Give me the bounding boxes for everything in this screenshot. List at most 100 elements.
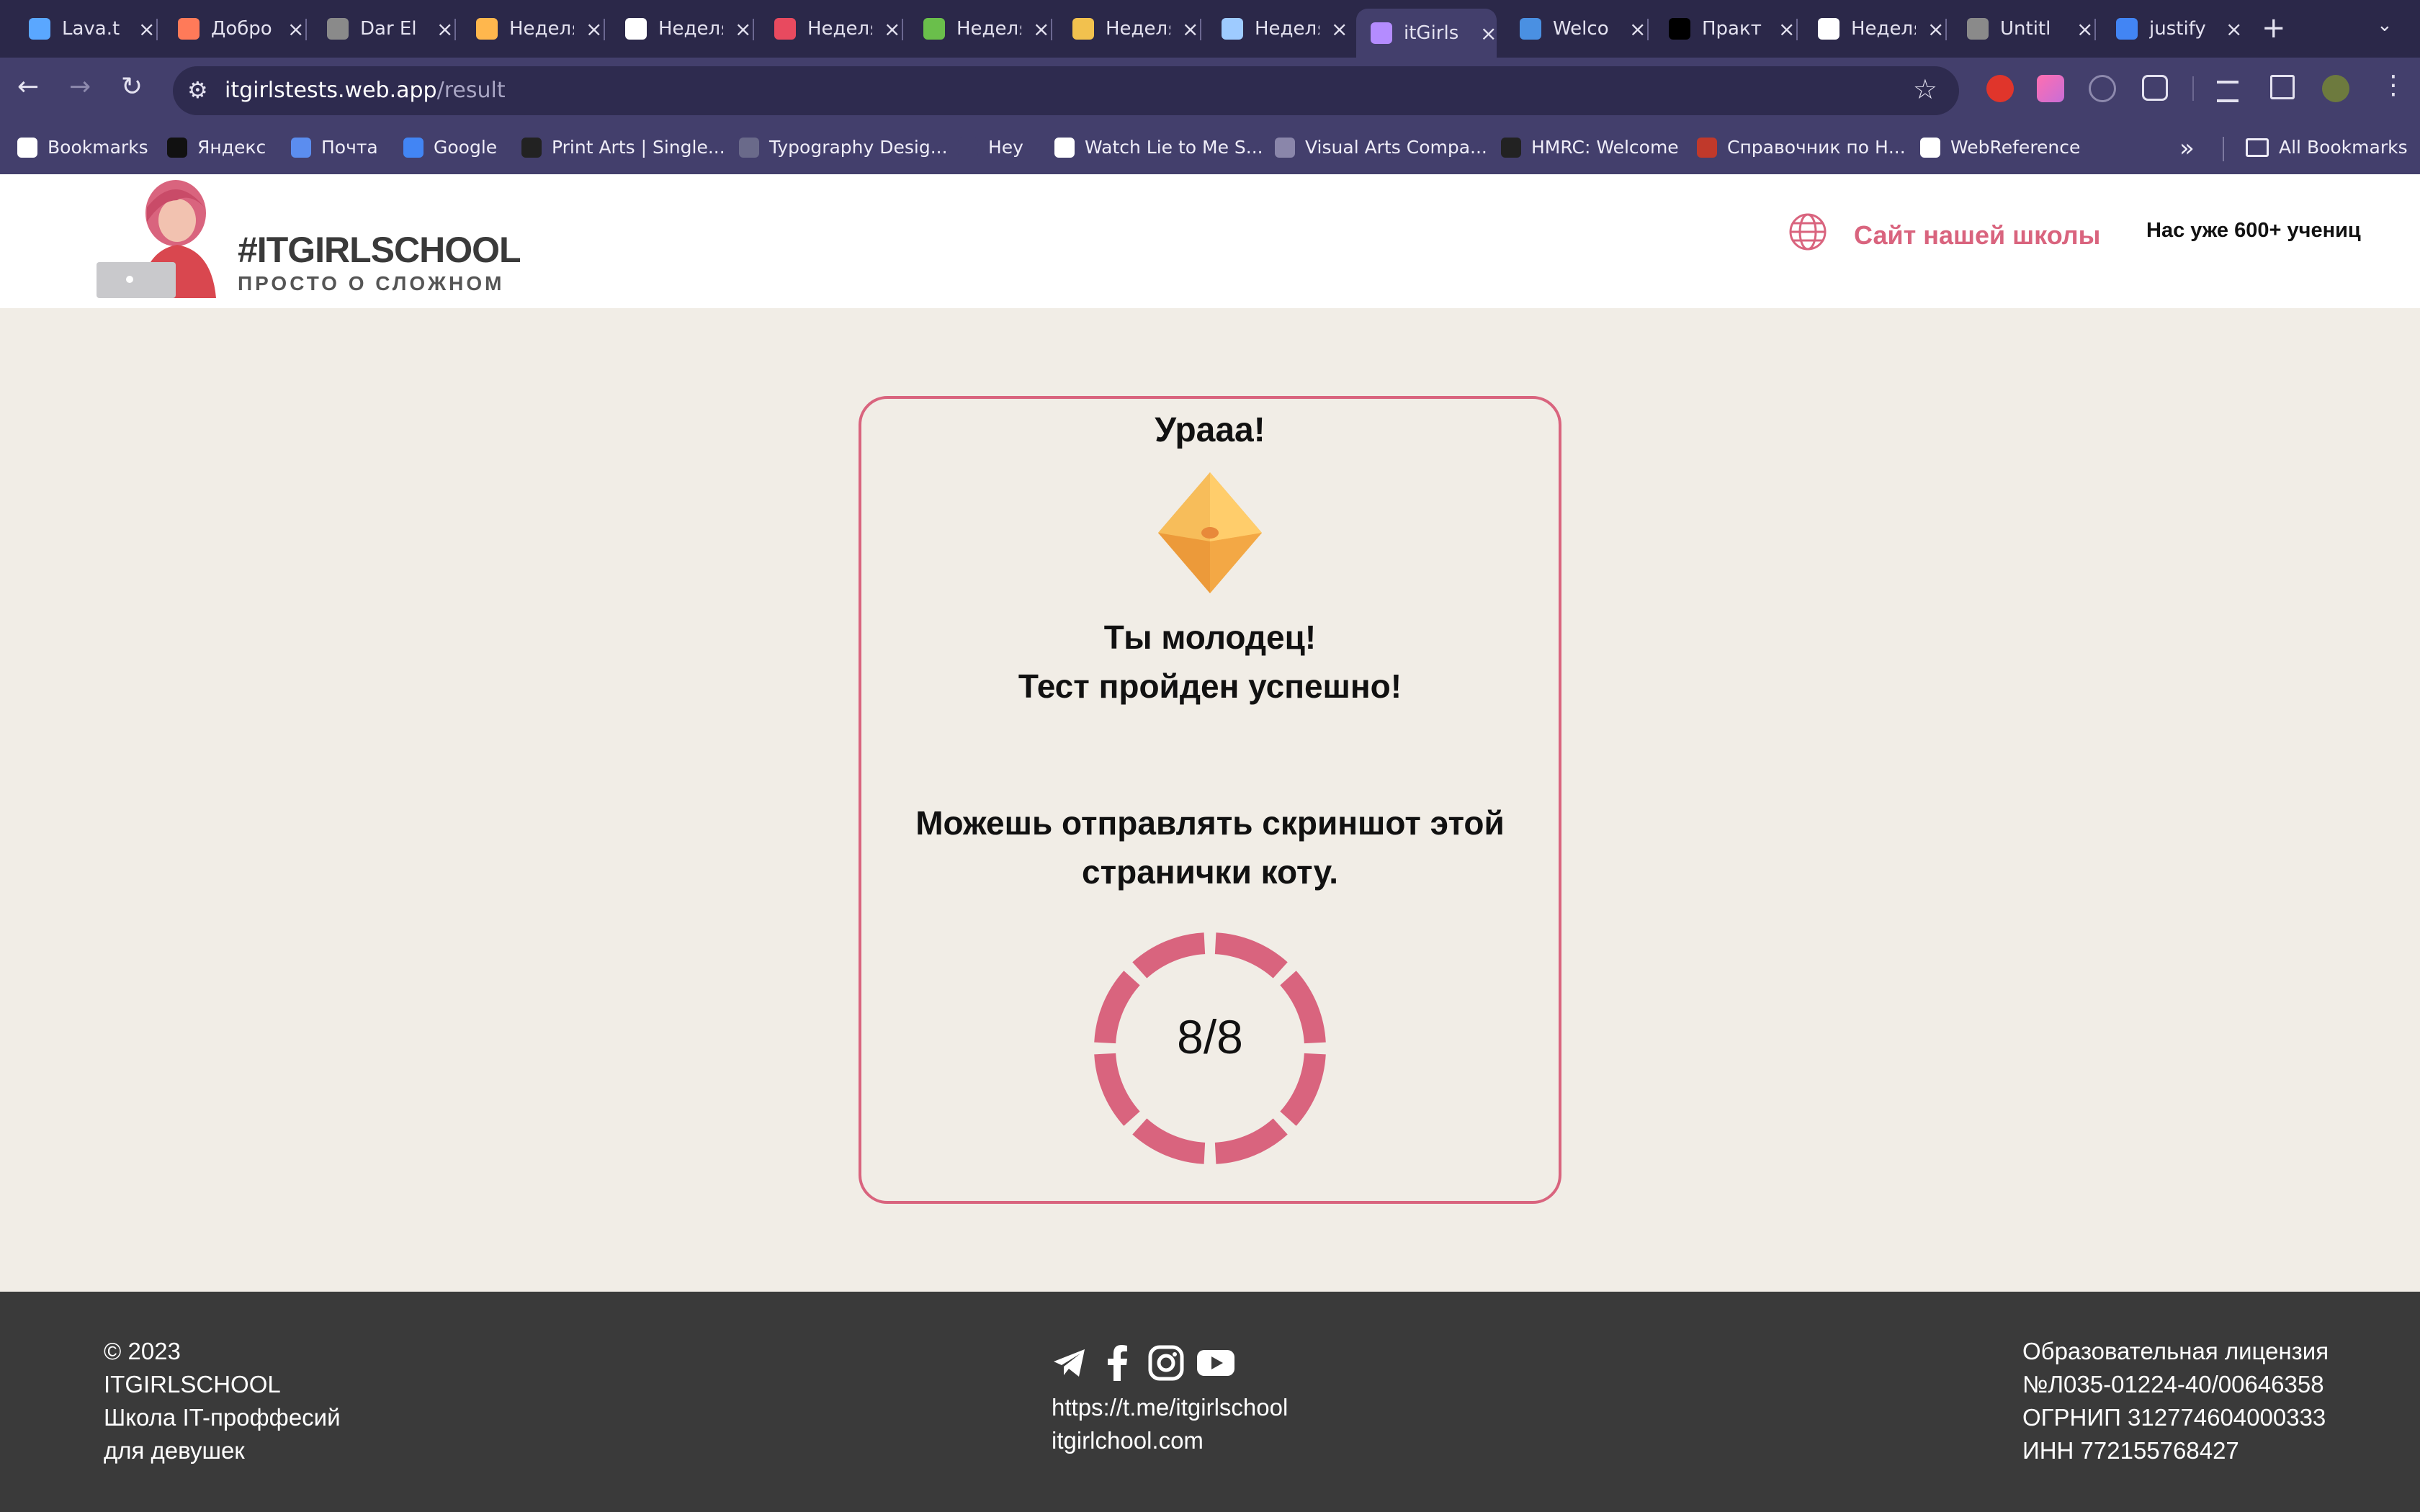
footer-telegram-link[interactable]: https://t.me/itgirlschool [1052,1394,1288,1421]
browser-tab[interactable]: Практ × [1654,7,1795,50]
site-settings-icon[interactable]: ⚙ [187,76,208,104]
tab-favicon-icon [625,18,647,40]
close-tab-icon[interactable]: × [1778,17,1795,41]
close-tab-icon[interactable]: × [287,17,304,41]
bookmark-item[interactable]: Справочник по Н... [1697,137,1906,158]
browser-tab[interactable]: Неделя × [1803,7,1944,50]
bookmark-label: Visual Arts Compa... [1305,137,1487,158]
facebook-icon[interactable] [1103,1345,1132,1381]
school-site-link[interactable]: Сайт нашей школы [1854,220,2100,251]
telegram-icon[interactable] [1052,1345,1088,1381]
close-tab-icon[interactable]: × [436,17,453,41]
toolbar-divider [2192,76,2194,101]
extensions-puzzle-icon[interactable] [2142,75,2168,101]
tab-divider [604,19,605,40]
result-heading: Урааа! [1155,411,1265,449]
tab-title: Неделя [956,18,1021,40]
tab-favicon-icon [2116,18,2138,40]
browser-tab[interactable]: Неделя × [462,7,602,50]
circle-extension-icon[interactable] [2089,75,2116,102]
youtube-icon[interactable] [1196,1345,1236,1381]
browser-tab[interactable]: Welco × [1505,7,1646,50]
tab-title: justify [2149,18,2206,40]
browser-tab[interactable]: Неделя × [909,7,1049,50]
bookmark-item[interactable]: Google [403,137,497,158]
profile-avatar[interactable] [2322,75,2349,102]
tab-title: Неделя [1106,18,1170,40]
close-tab-icon[interactable]: × [1182,17,1198,41]
footer-site-link[interactable]: itgirlchool.com [1052,1427,1204,1454]
close-tab-icon[interactable]: × [884,17,900,41]
tab-title: Неделя [509,18,574,40]
close-tab-icon[interactable]: × [1629,17,1646,41]
browser-tab[interactable]: Неделя × [1207,7,1348,50]
instagram-icon[interactable] [1148,1345,1184,1381]
new-tab-button[interactable]: + [2262,12,2286,45]
globe-icon[interactable] [1788,212,1828,252]
close-tab-icon[interactable]: × [735,17,751,41]
tab-favicon-icon [327,18,349,40]
bookmark-item[interactable]: Яндекс [167,137,266,158]
close-tab-icon[interactable]: × [1033,17,1049,41]
tab-favicon-icon [1818,18,1839,40]
forward-icon[interactable]: → [69,72,91,102]
adblock-extension-icon[interactable] [1986,75,2014,102]
bookmark-item[interactable]: Typography Desig... [739,137,948,158]
close-tab-icon[interactable]: × [586,17,602,41]
bookmark-label: Hey [988,137,1023,158]
gradient-extension-icon[interactable] [2037,75,2064,102]
bookmark-item[interactable]: Visual Arts Compa... [1275,137,1487,158]
bookmark-favicon-icon [739,137,759,158]
address-bar[interactable]: ⚙ itgirlstests.web.app/result ☆ [173,66,1959,115]
bookmark-star-icon[interactable]: ☆ [1913,73,1937,105]
browser-tab[interactable]: Неделя × [611,7,751,50]
more-bookmarks-icon[interactable]: » [2179,134,2195,163]
close-tab-icon[interactable]: × [1331,17,1348,41]
success-message-line1: Ты молодец! [1103,618,1317,656]
close-tab-icon[interactable]: × [2226,17,2242,41]
close-tab-icon[interactable]: × [138,17,155,41]
browser-tab[interactable]: Неделя × [1058,7,1198,50]
tab-divider [2094,19,2096,40]
bookmark-item[interactable]: Почта [291,137,378,158]
close-tab-icon[interactable]: × [1480,22,1497,45]
browser-tab[interactable]: itGirls × [1356,9,1497,58]
bookmark-item[interactable]: Watch Lie to Me S... [1054,137,1263,158]
bookmark-favicon-icon [1501,137,1521,158]
bookmark-label: Google [434,137,498,158]
bookmark-item[interactable]: WebReference [1920,137,2080,158]
footer-inn: ИНН 772155768427 [2022,1437,2239,1464]
logo-girl-icon[interactable] [97,179,233,298]
footer-license-number: №Л035-01224-40/00646358 [2022,1371,2324,1398]
browser-menu-icon[interactable]: ⋮ [2380,71,2406,100]
score-segment [1214,932,1288,978]
tab-divider [1200,19,1201,40]
bookmark-favicon-icon [1054,137,1075,158]
bookmark-item[interactable]: HMRC: Welcome [1501,137,1679,158]
bookmark-item[interactable]: Bookmarks [17,137,148,158]
bookmark-label: Почта [321,137,378,158]
browser-tab[interactable]: Неделя × [760,7,900,50]
close-tab-icon[interactable]: × [1927,17,1944,41]
logo-title[interactable]: #ITGIRLSCHOOL [238,229,521,271]
reload-icon[interactable]: ↻ [121,72,143,102]
reading-list-icon[interactable] [2217,81,2238,102]
tab-divider [1796,19,1798,40]
back-icon[interactable]: ← [17,72,39,102]
footer-ogrnip: ОГРНИП 312774604000333 [2022,1404,2326,1431]
side-panel-icon[interactable] [2270,75,2295,99]
browser-tab[interactable]: Dar El × [313,7,453,50]
url-text[interactable]: itgirlstests.web.app/result [225,78,506,103]
browser-tab[interactable]: Добро × [163,7,304,50]
bookmark-item[interactable]: Hey [958,137,1023,158]
tab-search-icon[interactable]: ⌄ [2377,14,2393,36]
students-count: Нас уже 600+ учениц [2146,219,2361,242]
tab-favicon-icon [923,18,945,40]
browser-tab[interactable]: Lava.t × [14,7,155,50]
success-message-line2: Тест пройден успешно! [1018,667,1402,705]
close-tab-icon[interactable]: × [2076,17,2093,41]
browser-tab[interactable]: Untitl × [1953,7,2093,50]
bookmark-item[interactable]: Print Arts | Single... [521,137,725,158]
browser-tab[interactable]: justify × [2102,7,2242,50]
all-bookmarks-folder[interactable]: All Bookmarks [2246,137,2408,158]
